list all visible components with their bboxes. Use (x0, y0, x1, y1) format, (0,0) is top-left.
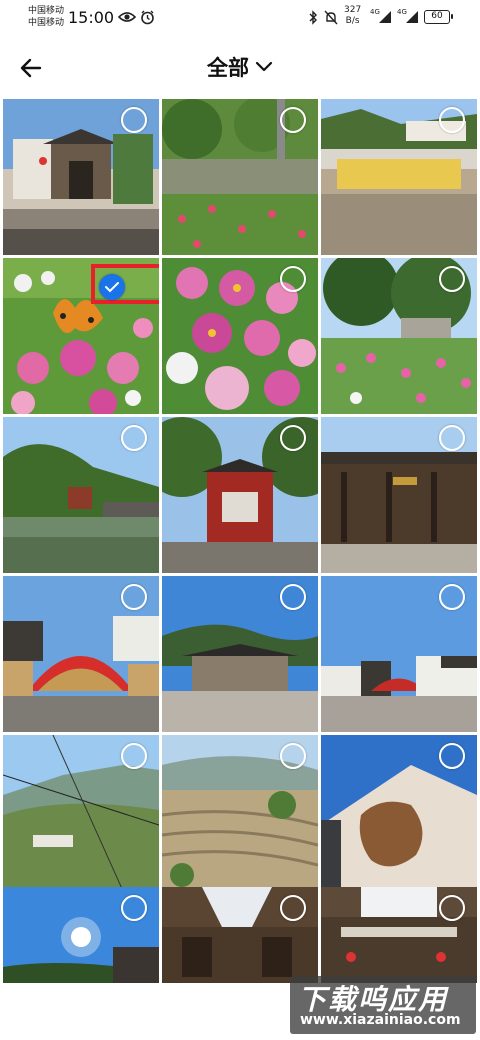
photo-thumbnail[interactable] (321, 887, 477, 983)
select-checkbox[interactable] (121, 743, 147, 769)
select-checkbox[interactable] (121, 425, 147, 451)
battery-indicator: 60 (424, 10, 453, 24)
status-time: 15:00 (68, 8, 115, 27)
watermark-url: www.xiazainiao.com (300, 1012, 461, 1028)
select-checkbox[interactable] (439, 425, 465, 451)
photo-grid-last-row (3, 887, 477, 983)
photo-thumbnail[interactable] (162, 99, 318, 255)
carrier-1: 中国移动 (28, 6, 65, 16)
eye-icon (118, 9, 136, 25)
select-checkbox[interactable] (439, 895, 465, 921)
photo-thumbnail[interactable] (321, 417, 477, 573)
bluetooth-icon (308, 9, 318, 25)
photo-thumbnail[interactable] (3, 735, 159, 891)
photo-thumbnail[interactable] (321, 735, 477, 891)
photo-thumbnail[interactable] (3, 887, 159, 983)
signal-2-icon (405, 9, 419, 25)
select-checkbox[interactable] (280, 895, 306, 921)
net-speed-unit: B/s (345, 16, 360, 26)
photo-thumbnail[interactable] (162, 887, 318, 983)
photo-thumbnail[interactable] (162, 417, 318, 573)
chevron-down-icon (255, 61, 273, 72)
select-checkbox[interactable] (439, 107, 465, 133)
carrier-2: 中国移动 (28, 18, 65, 28)
net-speed: 327 B/s (344, 5, 361, 27)
photo-thumbnail[interactable] (162, 576, 318, 732)
select-checkbox[interactable] (280, 107, 306, 133)
app-header: 全部 (0, 36, 480, 98)
select-checkbox[interactable] (121, 895, 147, 921)
photo-thumbnail[interactable] (321, 99, 477, 255)
select-checkbox[interactable] (121, 584, 147, 610)
net-speed-value: 327 (344, 5, 362, 15)
album-selector[interactable]: 全部 (0, 52, 480, 82)
photo-thumbnail[interactable] (162, 735, 318, 891)
alarm-icon (140, 9, 155, 25)
select-checkbox[interactable] (280, 743, 306, 769)
page-title: 全部 (207, 56, 249, 80)
signal-1-icon (378, 9, 392, 25)
select-checkbox[interactable] (280, 266, 306, 292)
watermark-logo: 下载呜应用 www.xiazainiao.com (290, 976, 476, 1034)
select-checkbox[interactable] (439, 743, 465, 769)
photo-thumbnail[interactable] (3, 576, 159, 732)
select-checkbox[interactable] (439, 584, 465, 610)
photo-thumbnail[interactable] (321, 576, 477, 732)
mute-bell-icon (324, 9, 338, 25)
photo-thumbnail-selected[interactable] (3, 258, 159, 414)
photo-thumbnail[interactable] (162, 258, 318, 414)
status-bar: 中国移动 中国移动 15:00 327 B/s 4G 4G 60 (0, 0, 480, 36)
select-checkbox[interactable] (280, 425, 306, 451)
carrier-info: 中国移动 中国移动 (28, 5, 64, 29)
photo-grid (3, 99, 477, 891)
photo-thumbnail[interactable] (3, 99, 159, 255)
check-icon (105, 282, 119, 293)
photo-thumbnail[interactable] (321, 258, 477, 414)
select-checkbox[interactable] (439, 266, 465, 292)
selected-checkbox[interactable] (99, 274, 125, 300)
select-checkbox[interactable] (280, 584, 306, 610)
photo-thumbnail[interactable] (3, 417, 159, 573)
select-checkbox[interactable] (121, 107, 147, 133)
